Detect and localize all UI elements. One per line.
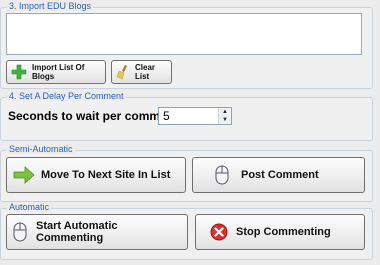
delay-seconds-spinner[interactable]: 5 ▲ ▼ xyxy=(158,107,232,125)
green-plus-icon xyxy=(11,64,27,80)
automatic-group-title: Automatic xyxy=(7,202,52,212)
stop-commenting-button-label: Stop Commenting xyxy=(236,226,331,238)
spinner-up-icon[interactable]: ▲ xyxy=(219,108,231,116)
start-automatic-button[interactable]: Start Automatic Commenting xyxy=(6,214,188,250)
stop-icon xyxy=(210,223,228,241)
semi-automatic-group-title: Semi-Automatic xyxy=(7,144,75,154)
post-comment-button[interactable]: Post Comment xyxy=(192,157,365,193)
mouse-icon xyxy=(215,165,229,185)
spinner-arrows[interactable]: ▲ ▼ xyxy=(218,108,231,124)
delay-label: Seconds to wait per comment: xyxy=(8,109,183,123)
post-comment-button-label: Post Comment xyxy=(241,169,319,181)
mouse-icon xyxy=(13,222,27,242)
stop-commenting-button[interactable]: Stop Commenting xyxy=(195,214,365,250)
delay-seconds-value: 5 xyxy=(163,109,170,123)
import-blogs-group-title: 3. Import EDU Blogs xyxy=(7,1,94,11)
blog-list-textbox[interactable] xyxy=(6,13,362,55)
clear-list-button-label: Clear List xyxy=(135,63,156,81)
import-list-button[interactable]: Import List Of Blogs xyxy=(6,60,106,84)
broom-icon xyxy=(115,64,131,80)
right-arrow-icon xyxy=(13,166,35,184)
start-automatic-button-label: Start Automatic Commenting xyxy=(36,220,118,244)
clear-list-button[interactable]: Clear List xyxy=(111,60,172,84)
delay-group-title: 4. Set A Delay Per Comment xyxy=(7,91,126,101)
next-site-button-label: Move To Next Site In List xyxy=(41,169,171,181)
spinner-down-icon[interactable]: ▼ xyxy=(219,116,231,124)
next-site-button[interactable]: Move To Next Site In List xyxy=(6,157,186,193)
import-list-button-label: Import List Of Blogs xyxy=(32,63,85,81)
